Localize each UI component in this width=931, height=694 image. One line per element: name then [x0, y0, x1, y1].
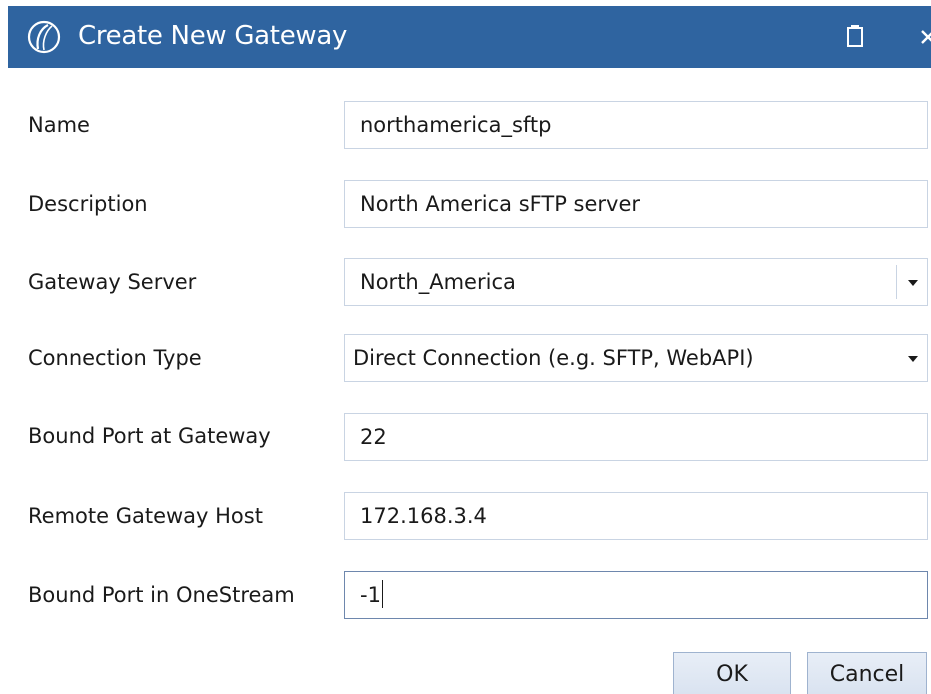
dropdown-separator — [896, 265, 897, 299]
remote-gateway-host-value: 172.168.3.4 — [360, 504, 487, 528]
ok-button[interactable]: OK — [673, 652, 791, 694]
name-field[interactable]: northamerica_sftp — [344, 101, 928, 149]
create-gateway-dialog: Create New Gateway Name northamerica_sft… — [0, 0, 931, 694]
text-cursor — [381, 580, 383, 608]
cancel-button[interactable]: Cancel — [807, 652, 927, 694]
name-value: northamerica_sftp — [360, 113, 552, 137]
onestream-logo-icon — [27, 20, 61, 54]
description-label: Description — [28, 192, 148, 216]
close-icon[interactable] — [910, 19, 931, 55]
remote-gateway-host-label: Remote Gateway Host — [28, 504, 263, 528]
bound-port-gateway-value: 22 — [360, 425, 387, 449]
gateway-server-value: North_America — [360, 270, 516, 294]
title-bar[interactable]: Create New Gateway — [8, 6, 931, 68]
connection-type-value: Direct Connection (e.g. SFTP, WebAPI) — [353, 346, 754, 370]
chevron-down-icon[interactable] — [907, 278, 919, 288]
bound-port-gateway-label: Bound Port at Gateway — [28, 424, 271, 448]
chevron-down-icon[interactable] — [907, 354, 919, 364]
remote-gateway-host-field[interactable]: 172.168.3.4 — [344, 492, 928, 540]
bound-port-onestream-label: Bound Port in OneStream — [28, 583, 295, 607]
bound-port-onestream-field[interactable]: -1 — [344, 571, 928, 619]
bound-port-gateway-field[interactable]: 22 — [344, 413, 928, 461]
window-title: Create New Gateway — [78, 21, 348, 51]
connection-type-dropdown[interactable]: Direct Connection (e.g. SFTP, WebAPI) — [344, 334, 928, 382]
description-value: North America sFTP server — [360, 192, 641, 216]
maximize-icon[interactable] — [842, 19, 868, 55]
connection-type-label: Connection Type — [28, 346, 202, 370]
bound-port-onestream-value: -1 — [360, 583, 381, 607]
description-field[interactable]: North America sFTP server — [344, 180, 928, 228]
gateway-server-label: Gateway Server — [28, 270, 197, 294]
gateway-server-dropdown[interactable]: North_America — [344, 258, 928, 306]
name-label: Name — [28, 113, 90, 137]
